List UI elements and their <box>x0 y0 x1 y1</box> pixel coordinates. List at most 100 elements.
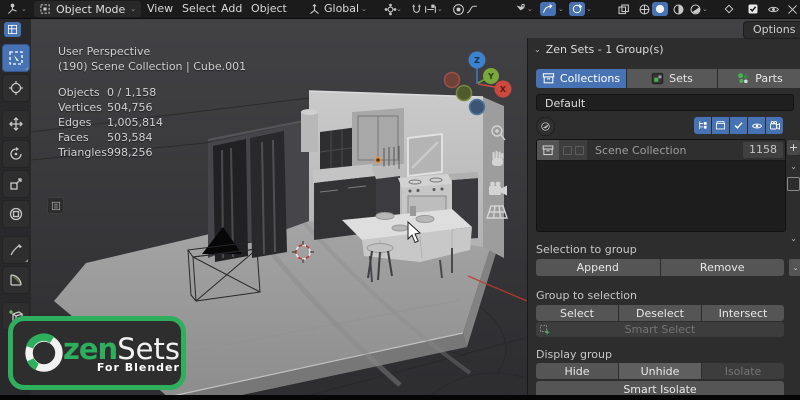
selection-to-group-row: Append Remove <box>536 259 784 276</box>
mode-dropdown[interactable]: Object Mode ⌄ <box>34 1 142 17</box>
select-button[interactable]: Select <box>536 305 618 321</box>
tool-move[interactable] <box>2 110 30 138</box>
snap-target-icon[interactable] <box>422 2 438 16</box>
menu-add[interactable]: Add <box>216 0 247 18</box>
hide-button[interactable]: Hide <box>536 363 618 379</box>
menu-select[interactable]: Select <box>177 0 221 18</box>
blender-window: Z Y X ⌄ Object Mode ⌄ View Select Add Ob… <box>0 0 800 400</box>
gizmos-toggle-icon[interactable] <box>540 2 556 16</box>
group-selector[interactable]: Default <box>536 94 794 111</box>
tool-scale[interactable] <box>2 170 30 198</box>
render-toggle-icon[interactable] <box>766 117 783 134</box>
chevron-down-icon[interactable]: ⌄ <box>586 0 592 18</box>
menu-view[interactable]: View <box>142 0 178 18</box>
group-menu-chevron-icon[interactable]: ⌄ <box>790 162 797 171</box>
tool-cursor[interactable] <box>2 74 30 102</box>
remove-button[interactable]: Remove <box>660 259 784 276</box>
row-name: Scene Collection <box>595 143 687 157</box>
list-row-scene-collection[interactable]: Scene Collection 1158 <box>537 140 785 161</box>
zen-sets-panel: ⌄ Zen Sets - 1 Group(s) Collections Sets… <box>527 38 800 400</box>
smart-select-button[interactable]: Smart Select <box>536 322 784 337</box>
gizmo-neg-y[interactable] <box>455 84 473 102</box>
tab-sets[interactable]: Sets <box>627 69 717 88</box>
shading-material-icon[interactable] <box>670 2 686 16</box>
collection-toggle-icon[interactable] <box>712 117 729 134</box>
smart-select-row: Smart Select <box>536 322 784 337</box>
unhide-button[interactable]: Unhide <box>619 363 701 379</box>
tool-select-box[interactable] <box>2 44 30 72</box>
object-origin-dot <box>374 156 382 164</box>
tool-annotate[interactable] <box>2 236 30 264</box>
tool-rotate[interactable] <box>2 140 30 168</box>
chevron-down-icon[interactable]: ⌄ <box>437 0 443 18</box>
group-to-selection-label: Group to selection <box>536 289 637 302</box>
stat-triangles: Triangles 998,256 <box>58 146 153 159</box>
transform-orientation-icon[interactable] <box>306 2 322 16</box>
pan-hand-icon[interactable] <box>492 151 504 166</box>
show-gizmo-icon[interactable] <box>512 2 528 16</box>
visibility-toggle-icon[interactable] <box>748 117 765 134</box>
orientation-label[interactable]: Global <box>324 0 359 18</box>
editor-type-icon[interactable] <box>4 2 20 16</box>
panel-title: Zen Sets - 1 Group(s) <box>545 43 664 56</box>
gizmo-neg-x[interactable] <box>443 71 461 89</box>
group-type-tabs: Collections Sets Parts <box>536 69 800 88</box>
bottom-edge <box>0 395 800 400</box>
row-ghost-toggles <box>559 140 587 160</box>
display-group-row: Hide Unhide Isolate <box>536 363 784 379</box>
groups-list: Scene Collection 1158 ▶ ∷∷ <box>536 139 786 232</box>
group-to-selection-row: Select Deselect Intersect <box>536 305 784 321</box>
tab-collections[interactable]: Collections <box>536 69 626 88</box>
stat-vertices: Vertices 504,756 <box>58 101 153 114</box>
options-button[interactable]: Options <box>743 21 800 39</box>
chevron-down-icon[interactable]: ⌄ <box>396 0 402 18</box>
isolate-button[interactable]: Isolate <box>702 363 784 379</box>
shading-wireframe-icon[interactable] <box>636 2 652 16</box>
display-mode-icon[interactable] <box>536 117 555 136</box>
chevron-down-icon: ⌄ <box>130 5 137 13</box>
overlays-toggle-icon[interactable] <box>569 2 585 16</box>
list-options-chevron-icon[interactable]: ⌄ <box>790 234 797 243</box>
intersect-button[interactable]: Intersect <box>702 305 784 321</box>
append-button[interactable]: Append <box>536 259 660 276</box>
chevron-down-icon[interactable]: ⌄ <box>361 0 367 18</box>
stat-objects: Objects 0 / 1,158 <box>58 86 157 99</box>
xray-toggle-icon[interactable] <box>615 2 631 16</box>
gizmo-x-label: X <box>500 85 507 94</box>
list-filter-toggles <box>694 117 783 134</box>
collection-icon <box>537 140 559 160</box>
top-header-bar: ⌄ Object Mode ⌄ View Select Add Object G… <box>0 0 800 19</box>
checkbox-icon[interactable] <box>745 2 761 16</box>
chevron-down-icon[interactable]: ⌄ <box>702 0 708 18</box>
stat-edges: Edges 1,005,814 <box>58 116 163 129</box>
tool-transform[interactable] <box>2 200 30 228</box>
clipped-icon[interactable] <box>784 2 800 16</box>
checkbox-toggle-icon[interactable] <box>730 117 747 134</box>
diamond-icon[interactable] <box>721 2 737 16</box>
deselect-button[interactable]: Deselect <box>619 305 701 321</box>
chevron-down-icon[interactable]: ⌄ <box>527 0 533 18</box>
duplicate-group-icon[interactable] <box>787 177 800 191</box>
perspective-label: User Perspective <box>58 45 151 58</box>
tool-shelf <box>2 44 30 332</box>
viewport-stats-overlay: User Perspective (190) Scene Collection … <box>58 44 246 160</box>
chevron-down-icon[interactable]: ⌄ <box>558 0 564 18</box>
shading-rendered-icon[interactable] <box>687 2 703 16</box>
gizmo-neg-z[interactable] <box>468 98 486 116</box>
hierarchy-toggle-icon[interactable] <box>694 117 711 134</box>
shading-solid-icon[interactable] <box>652 2 668 16</box>
chevron-down-icon[interactable]: ⌄ <box>21 0 27 18</box>
add-group-button[interactable]: + <box>786 139 800 156</box>
append-options-chevron-icon[interactable]: ⌄ <box>789 259 800 276</box>
stat-faces: Faces 503,584 <box>58 131 153 144</box>
falloff-curve-icon[interactable] <box>464 2 480 16</box>
tool-measure[interactable] <box>2 266 30 294</box>
panel-collapse-icon[interactable]: ⌄ <box>534 45 541 54</box>
collapsed-operator-panel-icon[interactable] <box>47 197 64 214</box>
tab-parts[interactable]: Parts <box>718 69 800 88</box>
menu-object[interactable]: Object <box>246 0 292 18</box>
viewport-editor-type-button[interactable] <box>4 22 21 37</box>
gizmo-z-label: Z <box>474 56 480 65</box>
scene-context-label: (190) Scene Collection | Cube.001 <box>58 60 247 73</box>
eye-icon[interactable] <box>765 2 781 16</box>
